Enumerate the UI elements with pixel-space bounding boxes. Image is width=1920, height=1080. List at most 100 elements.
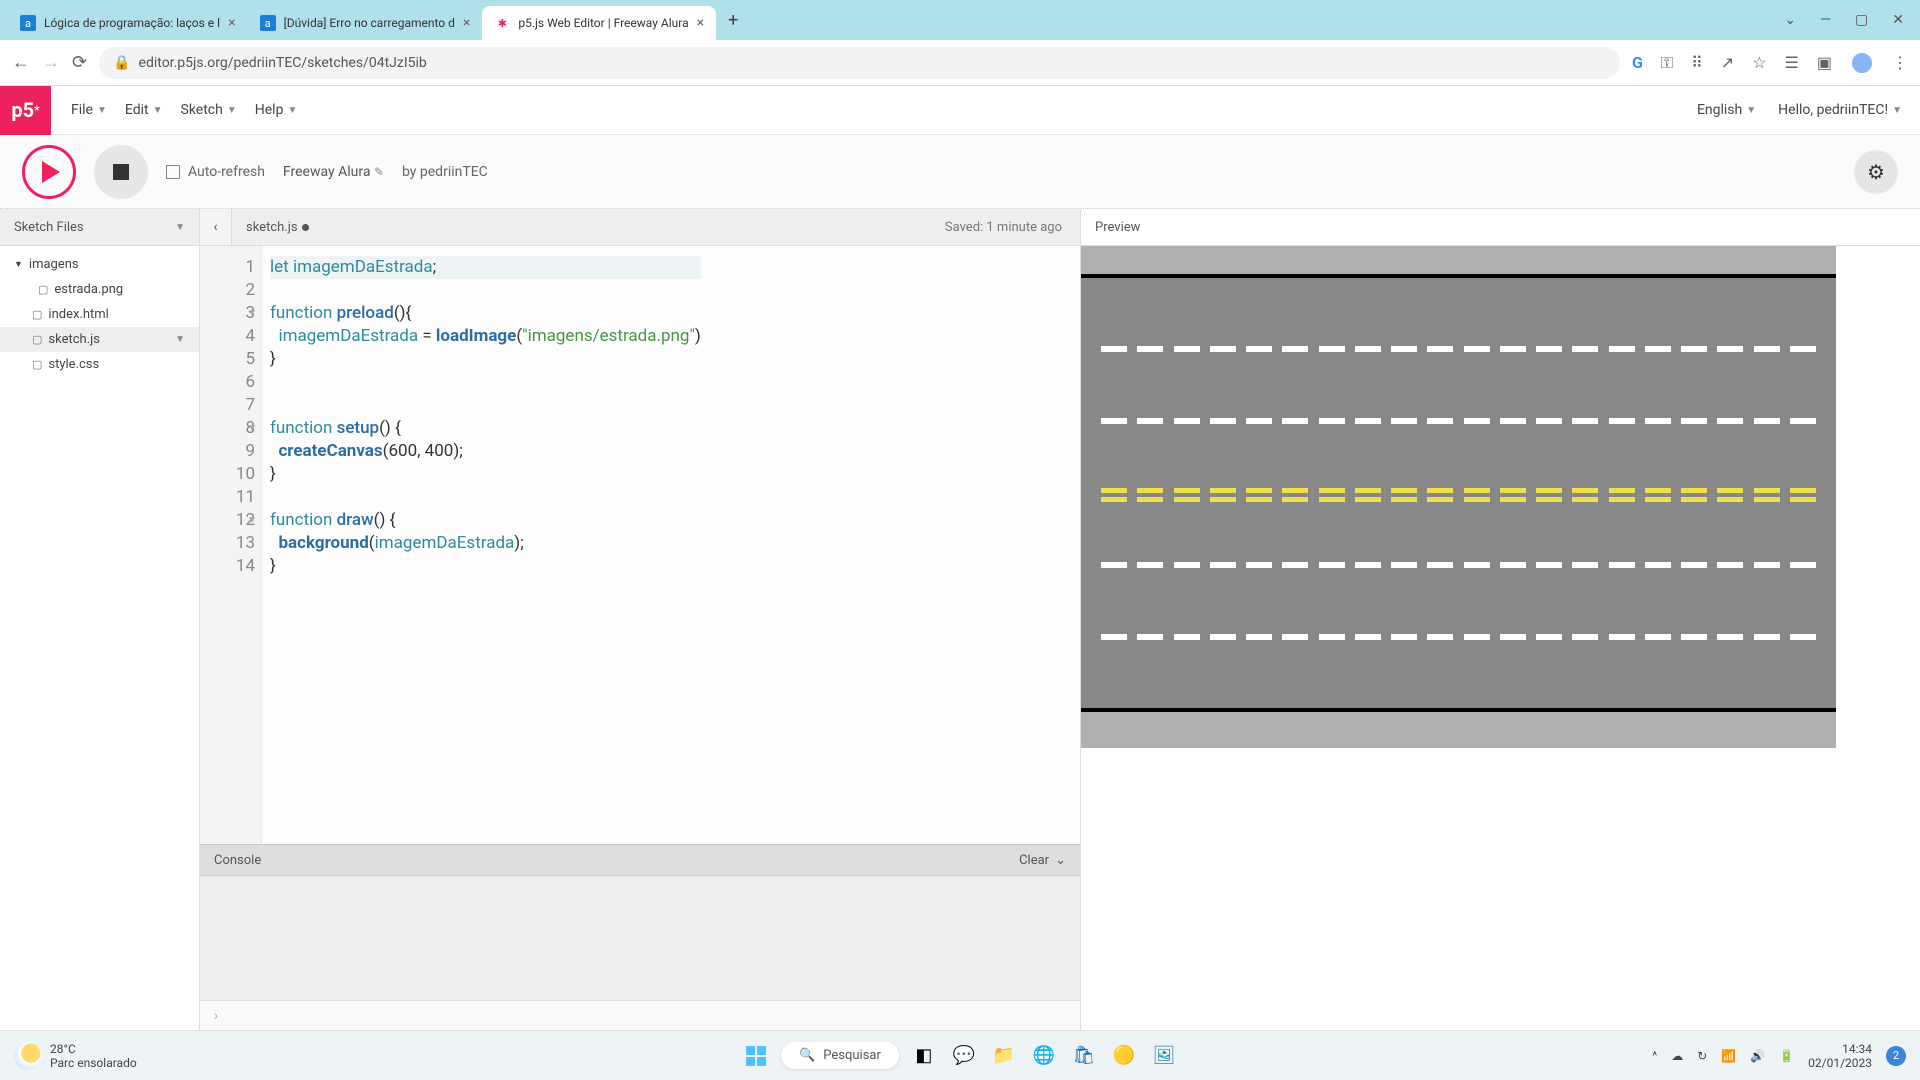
preview-canvas [1081, 246, 1920, 1030]
file-icon: ▢ [32, 308, 42, 321]
code-editor[interactable]: 1 2 3▼ 4 5 6 7 8▼ 9 10 11 12▼ 13 14 let … [200, 246, 1080, 844]
new-tab-button[interactable]: + [716, 10, 750, 31]
taskbar-clock[interactable]: 14:34 02/01/2023 [1808, 1042, 1872, 1070]
menu-help[interactable]: Help▼ [255, 102, 298, 118]
menu-edit[interactable]: Edit▼ [125, 102, 163, 118]
menu-sketch[interactable]: Sketch▼ [181, 102, 237, 118]
weather-temp: 28°C [50, 1042, 137, 1056]
console-header: Console Clear ⌄ [200, 844, 1080, 876]
file-item[interactable]: ▢ style.css [0, 352, 199, 377]
file-tree: ▼ imagens ▢ estrada.png ▢ index.html ▢ s… [0, 246, 199, 383]
onedrive-icon[interactable]: ☁ [1671, 1049, 1683, 1063]
stop-button[interactable] [94, 145, 148, 199]
close-icon[interactable]: × [463, 15, 470, 31]
browser-tab-active[interactable]: ✱ p5.js Web Editor | Freeway Alura × [482, 6, 716, 40]
sync-icon[interactable]: ↻ [1697, 1049, 1707, 1063]
maximize-icon[interactable]: ▢ [1855, 12, 1868, 28]
weather-desc: Parc ensolarado [50, 1056, 137, 1070]
explorer-icon[interactable]: 📁 [989, 1041, 1019, 1071]
task-view-icon[interactable]: ◧ [909, 1041, 939, 1071]
console-input[interactable]: › [200, 1000, 1080, 1030]
notification-badge[interactable]: 2 [1886, 1046, 1906, 1066]
caret-down-icon: ▼ [14, 259, 23, 270]
forward-icon[interactable]: → [42, 52, 60, 73]
browser-tab[interactable]: a [Dúvida] Erro no carregamento d × [248, 6, 483, 40]
pencil-icon[interactable]: ✎ [374, 165, 384, 179]
play-button[interactable] [22, 145, 76, 199]
taskbar-weather[interactable]: 28°C Parc ensolarado [14, 1042, 137, 1070]
chevron-down-icon[interactable]: ⌄ [1784, 12, 1796, 28]
profile-avatar[interactable] [1850, 51, 1874, 75]
translate-icon[interactable]: ⠿ [1691, 53, 1703, 72]
search-icon: 🔍 [799, 1048, 815, 1063]
chevron-down-icon[interactable]: ▼ [175, 334, 185, 345]
reading-list-icon[interactable]: ☰ [1785, 53, 1799, 72]
store-icon[interactable]: 🛍 [1069, 1041, 1099, 1071]
menu-file[interactable]: File▼ [71, 102, 107, 118]
console-body[interactable] [200, 876, 1080, 1000]
window-controls: ⌄ — ▢ ✕ [1784, 12, 1912, 28]
lane-center [1101, 488, 1816, 506]
lock-icon: 🔒 [113, 55, 130, 71]
code-content[interactable]: let imagemDaEstrada; function preload(){… [262, 246, 701, 844]
weather-icon [14, 1042, 42, 1070]
console-clear-button[interactable]: Clear ⌄ [1019, 853, 1066, 868]
sketch-name[interactable]: Freeway Alura ✎ [283, 164, 384, 180]
file-icon: ▢ [38, 283, 48, 296]
editor-file-tab[interactable]: sketch.js [232, 220, 323, 235]
chevron-down-icon[interactable]: ▼ [175, 222, 185, 233]
lane-line [1101, 634, 1816, 640]
close-icon[interactable]: × [697, 15, 704, 31]
chrome-icon[interactable]: 🟡 [1109, 1041, 1139, 1071]
file-item[interactable]: ▢ estrada.png [0, 277, 199, 302]
main-area: Sketch Files ▼ ▼ imagens ▢ estrada.png ▢… [0, 209, 1920, 1030]
p5-menu-bar: p5* File▼ Edit▼ Sketch▼ Help▼ English▼ H… [0, 86, 1920, 135]
edge-icon[interactable]: 🌐 [1029, 1041, 1059, 1071]
windows-taskbar: 28°C Parc ensolarado 🔍 Pesquisar ◧ 💬 📁 🌐… [0, 1030, 1920, 1080]
teams-icon[interactable]: 💬 [949, 1041, 979, 1071]
url-input[interactable]: 🔒 editor.p5js.org/pedriinTEC/sketches/04… [99, 47, 1620, 79]
battery-icon[interactable]: 🔋 [1779, 1049, 1794, 1063]
close-icon[interactable]: × [228, 15, 235, 31]
browser-tab[interactable]: a Lógica de programação: laços e l × [8, 6, 248, 40]
checkbox-icon[interactable] [166, 165, 180, 179]
password-icon[interactable]: ⚿ [1661, 53, 1673, 73]
file-item-selected[interactable]: ▢ sketch.js ▼ [0, 327, 199, 352]
auto-refresh-toggle[interactable]: Auto-refresh [166, 164, 265, 180]
sketch-author: by pedriinTEC [402, 164, 488, 180]
close-window-icon[interactable]: ✕ [1892, 12, 1904, 28]
settings-button[interactable]: ⚙ [1854, 150, 1898, 194]
volume-icon[interactable]: 🔊 [1750, 1049, 1765, 1063]
side-panel-icon[interactable]: ▣ [1817, 53, 1832, 72]
file-icon: ▢ [32, 333, 42, 346]
tab-title: Lógica de programação: laços e l [44, 16, 220, 30]
start-button[interactable] [741, 1041, 771, 1071]
taskbar-search[interactable]: 🔍 Pesquisar [781, 1042, 899, 1069]
menu-user[interactable]: Hello, pedriinTEC!▼ [1778, 102, 1902, 118]
file-item[interactable]: ▢ index.html [0, 302, 199, 327]
minimize-icon[interactable]: — [1820, 12, 1831, 28]
back-icon[interactable]: ← [12, 52, 30, 73]
menu-language[interactable]: English▼ [1697, 102, 1756, 118]
lane-line [1101, 562, 1816, 568]
sidebar-header[interactable]: Sketch Files ▼ [0, 209, 199, 246]
tray-chevron-icon[interactable]: ^ [1652, 1049, 1657, 1063]
tab-title: [Dúvida] Erro no carregamento d [284, 16, 455, 30]
p5-logo[interactable]: p5* [0, 86, 51, 135]
unsaved-dot-icon [302, 224, 309, 231]
chrome-menu-icon[interactable]: ⋮ [1892, 53, 1908, 72]
file-icon: ▢ [32, 358, 42, 371]
collapse-sidebar-button[interactable]: ‹ [200, 209, 232, 245]
bookmark-icon[interactable]: ☆ [1752, 53, 1766, 72]
folder-item[interactable]: ▼ imagens [0, 252, 199, 277]
console-label: Console [214, 853, 261, 868]
google-icon[interactable]: G [1632, 53, 1643, 72]
reload-icon[interactable]: ⟳ [72, 52, 87, 73]
wifi-icon[interactable]: 📶 [1721, 1049, 1736, 1063]
preview-column: Preview [1080, 209, 1920, 1030]
photos-icon[interactable]: 🖼 [1149, 1041, 1179, 1071]
favicon-icon: a [20, 15, 36, 31]
line-gutter: 1 2 3▼ 4 5 6 7 8▼ 9 10 11 12▼ 13 14 [200, 246, 262, 844]
preview-header: Preview [1081, 209, 1920, 246]
share-icon[interactable]: ↗ [1721, 53, 1734, 72]
